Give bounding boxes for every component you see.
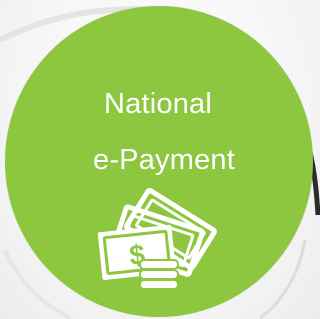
badge-title-line-2: e-Payment: [92, 144, 236, 176]
money-stack-icon: $: [97, 188, 217, 290]
badge-title-line-1: National: [104, 88, 212, 120]
